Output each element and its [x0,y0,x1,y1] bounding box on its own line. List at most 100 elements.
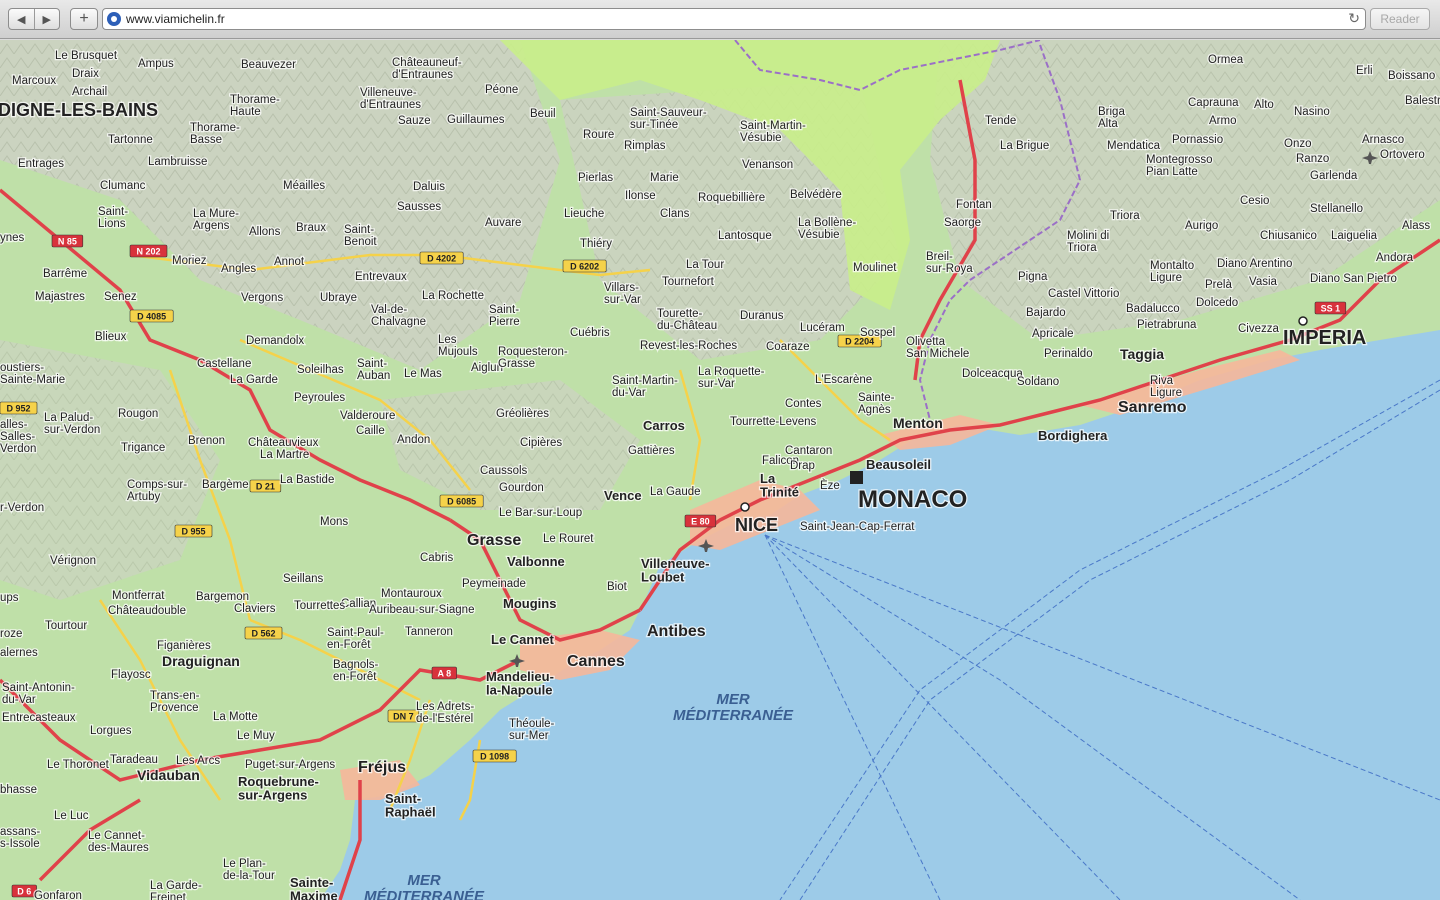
map-svg[interactable]: N 85N 202D 4085D 4202D 6202D 2204D 21D 9… [0,40,1440,900]
village-label: Gourdon [499,482,544,494]
village-label: Perinaldo [1044,348,1093,360]
address-text[interactable]: www.viamichelin.fr [126,12,225,26]
village-label: Théoule-sur-Mer [509,718,555,742]
village-label: Figanières [157,640,211,652]
village-label: La Martre [260,449,309,461]
forward-arrow-icon[interactable]: ▶ [33,9,60,29]
village-label: Angles [221,263,256,275]
road-shield-label: D 955 [181,527,205,537]
village-label: Guillaumes [447,114,505,126]
village-label: Coaraze [766,341,809,353]
village-label: Le Thoronet [47,759,110,771]
road-shield: D 6085 [439,494,484,508]
village-label: Châteaudouble [108,605,186,617]
village-label: Roure [583,129,614,141]
village-label: La Palud-sur-Verdon [44,412,100,436]
major-place-label-sainte_maxime: Sainte-Maxime [290,875,338,900]
major-place-label-le_cannet: Le Cannet [491,632,555,647]
village-label: Valderoure [340,410,395,422]
village-label: Archail [72,86,107,98]
village-label: Trigance [121,442,165,454]
village-label: Balestrino [1405,95,1440,107]
village-label: Rougon [118,408,158,420]
village-label: Saorge [944,217,981,229]
village-label: Badalucco [1126,303,1180,315]
major-place-label-menton: Menton [893,415,943,431]
back-arrow-icon[interactable]: ◀ [9,9,34,29]
village-label: Sauze [398,115,431,127]
village-label: Gonfaron [34,890,82,900]
village-label: Villeneuve-d'Entraunes [360,87,421,111]
village-label: Entrages [18,158,64,170]
village-label: Tourtour [45,620,87,632]
major-place-label-monaco: MONACO [858,486,967,513]
map-canvas[interactable]: N 85 N 202 D 4085 D 4202 D 6202 D 2204 D 21 D 9… [0,40,1440,900]
village-label: Gréolières [496,408,549,420]
village-label: Saint-Pierre [489,304,520,328]
village-label: Sainte-Agnès [858,392,895,416]
road-shield-label: D 21 [256,482,275,492]
major-place-label-digne: DIGNE-LES-BAINS [0,100,158,120]
city-square-icon[interactable] [850,471,863,484]
village-label: Daluis [413,181,445,193]
road-shield: A 8 [431,666,457,680]
road-shield-label: D 4202 [427,254,456,264]
address-bar[interactable]: www.viamichelin.fr ↻ [102,8,1366,30]
village-label: Drap [790,460,815,472]
major-place-label-bordighera: Bordighera [1038,428,1108,443]
village-label: Châteauvieux [248,437,319,449]
village-label: Lieuche [564,208,604,220]
village-label: Roquebillière [698,192,765,204]
major-place-label-sanremo: Sanremo [1118,399,1187,416]
nav-buttons: ◀ ▶ [8,8,60,30]
capital-dot-icon[interactable] [1298,316,1308,326]
village-label: Puget-sur-Argens [245,759,335,771]
village-label: Vergons [241,292,283,304]
village-label: Tende [985,115,1016,127]
village-label: Boissano [1388,70,1435,82]
village-label: Beuil [530,108,556,120]
village-label: Sospel [860,327,895,339]
village-label: Alto [1254,99,1274,111]
village-label: Thiéry [580,238,612,250]
village-label: Cuébris [570,327,610,339]
village-label: Pietrabruna [1137,319,1197,331]
village-label: Montauroux [381,588,442,600]
village-label: Auvare [485,217,521,229]
village-label: Tanneron [405,626,453,638]
village-label: Ortovero [1380,149,1425,161]
major-place-label-antibes: Antibes [647,623,706,640]
village-label: Aurigo [1185,220,1218,232]
village-label: Alass [1402,220,1430,232]
village-label: Belvédère [790,189,842,201]
village-label: Allons [249,226,281,238]
major-place-label-carros: Carros [643,418,685,433]
village-label: Le Mas [404,368,442,380]
village-label: Draix [72,68,99,80]
village-label: Marie [650,172,679,184]
reload-icon[interactable]: ↻ [1348,10,1360,27]
village-label: Châteauneuf-d'Entraunes [392,57,462,81]
village-label: Le Rouret [543,533,594,545]
village-label: Tourrette-Levens [730,416,817,428]
village-label: Pierlas [578,172,613,184]
village-label: Le Bar-sur-Loup [499,507,582,519]
road-shield: D 562 [244,626,283,640]
village-label: La Brigue [1000,140,1049,152]
village-label: Arnasco [1362,134,1404,146]
village-label: Soleilhas [297,364,344,376]
village-label: Nasino [1294,106,1330,118]
capital-dot-icon[interactable] [740,502,750,512]
road-shield: SS 1 [1314,301,1347,315]
major-place-label-saint_jean: Saint-Jean-Cap-Ferrat [800,521,915,533]
road-shield-label: DN 7 [393,712,414,722]
major-place-label-frejus: Fréjus [358,759,406,776]
village-label: Andora [1376,252,1414,264]
major-place-label-roquebrune: Roquebrune-sur-Argens [238,774,319,803]
add-bookmark-button[interactable]: + [70,8,98,30]
edge-place-label: alernes [0,647,38,659]
edge-place-label: assans-s-Issole [0,826,40,850]
reader-button[interactable]: Reader [1370,8,1430,30]
village-label: Venanson [742,159,793,171]
village-label: Beauvezer [241,59,296,71]
